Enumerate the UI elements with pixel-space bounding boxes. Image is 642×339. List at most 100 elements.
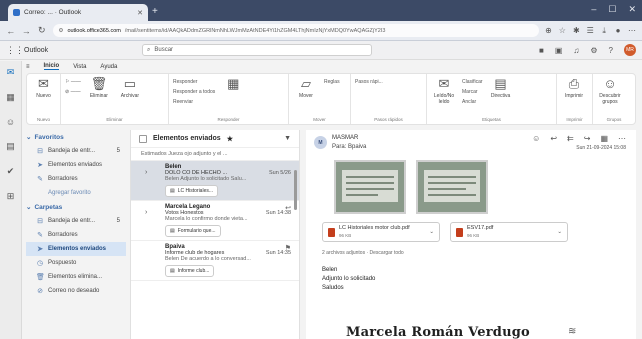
attachment-card[interactable]: LC Historiales motor club.pdf 96 KB ⌄ xyxy=(322,222,440,242)
folder-snoozed[interactable]: ◷ Pospuesto xyxy=(26,256,126,270)
print-button[interactable]: ⎙ Imprimir xyxy=(561,77,587,100)
user-avatar[interactable]: MR xyxy=(624,44,636,56)
flag-delete-icon[interactable]: ⚐ —— xyxy=(65,79,81,85)
move-button[interactable]: ▱ Mover xyxy=(293,77,319,100)
policy-label: Directiva xyxy=(490,93,511,99)
forward-button[interactable]: Reenviar xyxy=(173,99,215,105)
ribbon-collapse-icon[interactable]: ≡ xyxy=(26,64,30,70)
read-unread-button[interactable]: ✉ Leído/No leído xyxy=(431,77,457,106)
rules-button[interactable]: Reglas xyxy=(324,79,340,85)
attachment-card[interactable]: ESV17.pdf 96 KB ⌄ xyxy=(450,222,568,242)
browser-menu-icon[interactable]: ⋯ xyxy=(628,26,636,35)
people-icon[interactable]: ☺ xyxy=(6,117,15,127)
bookmark-star-icon[interactable]: ☆ xyxy=(558,26,566,35)
reply-button[interactable]: Responder xyxy=(173,79,215,85)
fav-item-drafts[interactable]: ✎ Borradores xyxy=(26,172,126,186)
quick-steps-dropdown[interactable]: Pasos rápi... xyxy=(355,79,383,85)
search-input[interactable]: Buscar xyxy=(154,47,173,53)
back-arrow-icon[interactable]: ← xyxy=(6,26,16,36)
browser-tab[interactable]: Correo: ... · Outlook ✕ xyxy=(8,4,148,21)
image-attachment-thumbnail[interactable] xyxy=(334,160,406,214)
files-icon[interactable]: ▤ xyxy=(6,141,15,152)
list-item[interactable]: Estimados Jueza ojo adjunto y el ... xyxy=(131,148,299,161)
chevron-right-icon[interactable]: › xyxy=(145,169,147,176)
app-launcher-icon[interactable]: ⋮⋮ xyxy=(6,45,24,56)
fav-item-inbox[interactable]: ⊟ Bandeja de entr... 5 xyxy=(26,144,126,158)
folder-junk[interactable]: ⊘ Correo no deseado xyxy=(26,284,126,298)
extensions-icon[interactable]: ✱ xyxy=(572,26,580,35)
filter-icon[interactable]: ▼ xyxy=(284,135,291,142)
discover-groups-button[interactable]: ☺ Descubrir grupos xyxy=(597,77,623,106)
list-item-selected[interactable]: › Belen DOLO CO DE HECHO ... Sun 5/26 Bel… xyxy=(131,161,299,201)
list-item[interactable]: › ↩ Marcela Legano Votos Honestos Sun 14:… xyxy=(131,201,299,241)
archive-button[interactable]: ▭ Archivar xyxy=(117,77,143,100)
site-info-icon[interactable]: ⚙ xyxy=(59,28,64,34)
download-icon[interactable]: ⤓ xyxy=(600,26,608,36)
list-scrollbar[interactable] xyxy=(294,170,297,210)
close-tab-icon[interactable]: ✕ xyxy=(137,9,143,17)
todo-icon[interactable]: ✔ xyxy=(7,166,15,177)
tips-icon[interactable]: ? xyxy=(609,46,613,55)
minimize-button[interactable]: – xyxy=(591,4,596,15)
categorize-button[interactable]: Clasificar xyxy=(462,79,483,85)
notifications-icon[interactable]: ♫ xyxy=(573,46,579,55)
list-item[interactable]: ⚑ Bpaiva Informe club de hogares Sun 14:3… xyxy=(131,241,299,281)
emoji-icon[interactable]: ☺ xyxy=(532,134,540,143)
tab-inicio[interactable]: Inicio xyxy=(43,63,60,70)
reply-all-button[interactable]: Responder a todos xyxy=(173,89,215,95)
attachment-chip[interactable]: ▤ Formulario que... xyxy=(165,225,221,237)
flag-button[interactable]: Marcar xyxy=(462,89,483,95)
new-mail-label: Nuevo xyxy=(36,93,51,99)
folder-inbox[interactable]: ⊟ Bandeja de entr... 5 xyxy=(26,214,126,228)
attachment-chip[interactable]: ▤ Informe club... xyxy=(165,265,215,277)
more-icon[interactable]: ⋯ xyxy=(618,134,626,143)
calendar-icon[interactable]: ▣ xyxy=(555,46,563,55)
forward-arrow-icon[interactable]: → xyxy=(22,26,32,36)
window-controls: – ☐ ✕ xyxy=(591,4,636,15)
new-tab-button[interactable]: + xyxy=(152,6,158,17)
favorite-star-icon[interactable]: ★ xyxy=(227,135,233,143)
chevron-down-icon[interactable]: ⌄ xyxy=(429,229,434,235)
reload-icon[interactable]: ↻ xyxy=(37,25,47,36)
folder-drafts[interactable]: ✎ Borradores xyxy=(26,228,126,242)
favorites-icon[interactable]: ☰ xyxy=(586,26,594,35)
mail-icon[interactable]: ✉ xyxy=(7,67,15,78)
forward-icon[interactable]: ↪ xyxy=(584,134,591,143)
profile-icon[interactable]: ● xyxy=(614,26,622,35)
folder-sent[interactable]: ➤ Elementos enviados xyxy=(26,242,126,256)
close-window-button[interactable]: ✕ xyxy=(628,4,636,15)
chevron-right-icon[interactable]: › xyxy=(145,209,147,216)
calendar-rail-icon[interactable]: ▦ xyxy=(6,92,15,103)
policy-button[interactable]: ▤ Directiva xyxy=(488,77,514,100)
chevron-down-icon: ⌄ xyxy=(26,204,32,211)
delete-button[interactable]: 🗑 Eliminar xyxy=(86,77,112,100)
add-favorite-link[interactable]: Agregar favorito xyxy=(26,186,126,200)
tab-ayuda[interactable]: Ayuda xyxy=(100,64,117,70)
tab-vista[interactable]: Vista xyxy=(73,64,86,70)
ignore-icon[interactable]: ⊘ —— xyxy=(65,89,81,95)
folder-deleted[interactable]: 🗑 Elementos elimina... xyxy=(26,270,126,284)
reply-icon[interactable]: ↩ xyxy=(550,134,557,143)
meeting-reply-button[interactable]: ▦ xyxy=(220,77,246,91)
settings-gear-icon[interactable]: ⚙ xyxy=(590,46,597,55)
folders-header[interactable]: ⌄ Carpetas xyxy=(26,200,126,214)
grid-icon[interactable]: ▦ xyxy=(600,134,608,143)
zoom-icon[interactable]: ⊕ xyxy=(545,26,553,35)
fav-item-sent[interactable]: ➤ Elementos enviados xyxy=(26,158,126,172)
pin-button[interactable]: Anclar xyxy=(462,99,483,105)
maximize-button[interactable]: ☐ xyxy=(608,4,616,15)
apps-icon[interactable]: ⊞ xyxy=(7,191,15,202)
image-attachment-thumbnail[interactable] xyxy=(416,160,488,214)
search-box[interactable]: ⌕ Buscar xyxy=(142,44,372,56)
group-label-pasos: Pasos rápidos xyxy=(374,117,403,122)
attachments-summary[interactable]: 2 archivos adjuntos · Descargar todo xyxy=(322,250,404,256)
sender-name[interactable]: MASMAR xyxy=(332,135,358,141)
new-mail-button[interactable]: ✉ Nuevo xyxy=(31,77,56,100)
url-field[interactable]: ⚙ outlook.office365.com /mail/sentitems/… xyxy=(52,24,539,37)
favorites-header[interactable]: ⌄ Favoritos xyxy=(26,130,126,144)
chevron-down-icon[interactable]: ⌄ xyxy=(557,229,562,235)
select-all-checkbox[interactable] xyxy=(139,134,147,143)
teams-icon[interactable]: ■ xyxy=(539,46,544,55)
attachment-chip[interactable]: ▤ LC Historiales... xyxy=(165,185,219,197)
reply-all-icon[interactable]: ⇇ xyxy=(567,134,574,143)
